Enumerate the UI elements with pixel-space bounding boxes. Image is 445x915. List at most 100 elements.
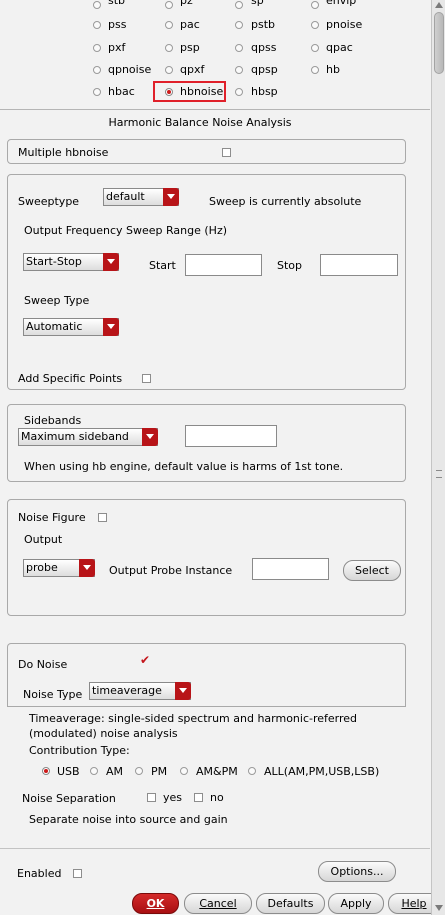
probe-label: Output Probe Instance (109, 564, 233, 577)
radio-label-pss: pss (108, 18, 127, 31)
radio-qpsp[interactable] (235, 66, 243, 74)
add-points-checkbox[interactable] (142, 374, 151, 383)
multiple-label: Multiple hbnoise (18, 146, 109, 159)
select-button[interactable]: Select (343, 560, 401, 581)
sweep-status: Sweep is currently absolute (209, 195, 362, 208)
output-label: Output (24, 533, 63, 546)
radio-label-hb: hb (326, 63, 340, 76)
apply-button[interactable]: Apply (328, 893, 384, 914)
radio-pnoise[interactable] (311, 21, 319, 29)
radio-hbsp[interactable] (235, 88, 243, 96)
radio-label-qpxf: qpxf (180, 63, 205, 76)
radio-label-pz: pz (180, 0, 193, 7)
contrib-label-usb: USB (57, 765, 80, 778)
radio-label-hbac: hbac (108, 85, 135, 98)
start-input[interactable] (185, 254, 262, 276)
multiple-checkbox[interactable] (222, 148, 231, 157)
sidebands-label: Sidebands (24, 414, 82, 427)
noise-description-line2: (modulated) noise analysis (29, 727, 178, 740)
radio-contrib-pm[interactable] (135, 767, 143, 775)
sidebands-dropdown[interactable]: Maximum sideband (18, 428, 158, 446)
radio-hbac[interactable] (93, 88, 101, 96)
radio-label-qpsp: qpsp (251, 63, 278, 76)
radio-hbnoise[interactable] (165, 88, 173, 96)
section-title: Harmonic Balance Noise Analysis (108, 116, 292, 129)
radio-contrib-am[interactable] (90, 767, 98, 775)
scrollbar-thumb[interactable] (434, 12, 444, 74)
output-dropdown[interactable]: probe (23, 559, 95, 577)
defaults-button[interactable]: Defaults (256, 893, 325, 914)
bottom-divider (0, 848, 430, 849)
separation-yes-checkbox[interactable] (147, 793, 156, 802)
sidebands-mode-value: Maximum sideband (21, 430, 129, 443)
scroll-grip-icon (436, 470, 442, 478)
options-button[interactable]: Options... (318, 861, 396, 882)
scroll-up-arrow-icon[interactable] (435, 2, 443, 8)
multiple-panel: Multiple hbnoise (7, 139, 406, 164)
stop-input[interactable] (320, 254, 398, 276)
vertical-scrollbar[interactable] (431, 0, 445, 915)
noise-figure-checkbox[interactable] (98, 513, 107, 522)
radio-qpxf[interactable] (165, 66, 173, 74)
contrib-label-am: AM (106, 765, 124, 778)
radio-sp[interactable] (235, 1, 243, 9)
radio-pxf[interactable] (93, 44, 101, 52)
start-label: Start (149, 259, 176, 272)
sweeptype-dropdown[interactable]: default (103, 188, 179, 206)
sweep-type-dropdown[interactable]: Automatic (23, 318, 119, 336)
help-button-label: Help (401, 897, 427, 910)
radio-label-pnoise: pnoise (326, 18, 363, 31)
range-mode-value: Start-Stop (26, 255, 82, 268)
radio-qpnoise[interactable] (93, 66, 101, 74)
sidebands-panel: Sidebands Maximum sideband When using hb… (7, 404, 406, 482)
do-noise-panel: Do Noise ✔ Noise Type timeaverage (7, 643, 406, 707)
radio-pac[interactable] (165, 21, 173, 29)
probe-input[interactable] (252, 558, 329, 580)
radio-label-pstb: pstb (251, 18, 276, 31)
radio-pss[interactable] (93, 21, 101, 29)
radio-contrib-usb[interactable] (42, 767, 50, 775)
range-label: Output Frequency Sweep Range (Hz) (24, 224, 228, 237)
sweep-type-label: Sweep Type (24, 294, 90, 307)
cancel-button[interactable]: Cancel (184, 893, 252, 914)
radio-label-psp: psp (180, 41, 200, 54)
radio-label-envlp: envlp (326, 0, 357, 7)
top-divider (0, 109, 430, 110)
radio-qpss[interactable] (235, 44, 243, 52)
checkmark-icon[interactable]: ✔ (140, 653, 150, 667)
noise-type-value: timeaverage (92, 684, 162, 697)
enabled-checkbox[interactable] (73, 869, 82, 878)
radio-contrib-all[interactable] (248, 767, 256, 775)
radio-envlp[interactable] (311, 1, 319, 9)
chevron-down-icon (79, 559, 95, 577)
contribution-type-label: Contribution Type: (29, 744, 130, 757)
noise-description-line1: Timeaverage: single-sided spectrum and h… (29, 712, 358, 725)
chevron-down-icon (142, 428, 158, 446)
noise-type-dropdown[interactable]: timeaverage (89, 682, 191, 700)
radio-contrib-ampm[interactable] (180, 767, 188, 775)
radio-psp[interactable] (165, 44, 173, 52)
chevron-down-icon (103, 253, 119, 271)
cancel-button-label: Cancel (199, 897, 237, 910)
scroll-down-arrow-icon[interactable] (435, 905, 443, 911)
sweeptype-label: Sweeptype (18, 195, 80, 208)
range-mode-dropdown[interactable]: Start-Stop (23, 253, 119, 271)
sweep-panel: Sweeptype default Sweep is currently abs… (7, 174, 406, 390)
radio-pz[interactable] (165, 1, 173, 9)
radio-pstb[interactable] (235, 21, 243, 29)
do-noise-divider (7, 706, 406, 707)
sidebands-input[interactable] (185, 425, 277, 447)
sweep-type-value: Automatic (26, 320, 83, 333)
separation-no-checkbox[interactable] (194, 793, 203, 802)
radio-stb[interactable] (93, 1, 101, 9)
radio-label-qpss: qpss (251, 41, 277, 54)
noise-figure-label: Noise Figure (18, 511, 86, 524)
contrib-label-all: ALL(AM,PM,USB,LSB) (264, 765, 380, 778)
radio-hb[interactable] (311, 66, 319, 74)
radio-qpac[interactable] (311, 44, 319, 52)
ok-button[interactable]: OK (132, 893, 179, 914)
chevron-down-icon (175, 682, 191, 700)
chevron-down-icon (103, 318, 119, 336)
noise-figure-panel: Noise Figure Output probe Output Probe I… (7, 499, 406, 616)
radio-label-qpac: qpac (326, 41, 353, 54)
